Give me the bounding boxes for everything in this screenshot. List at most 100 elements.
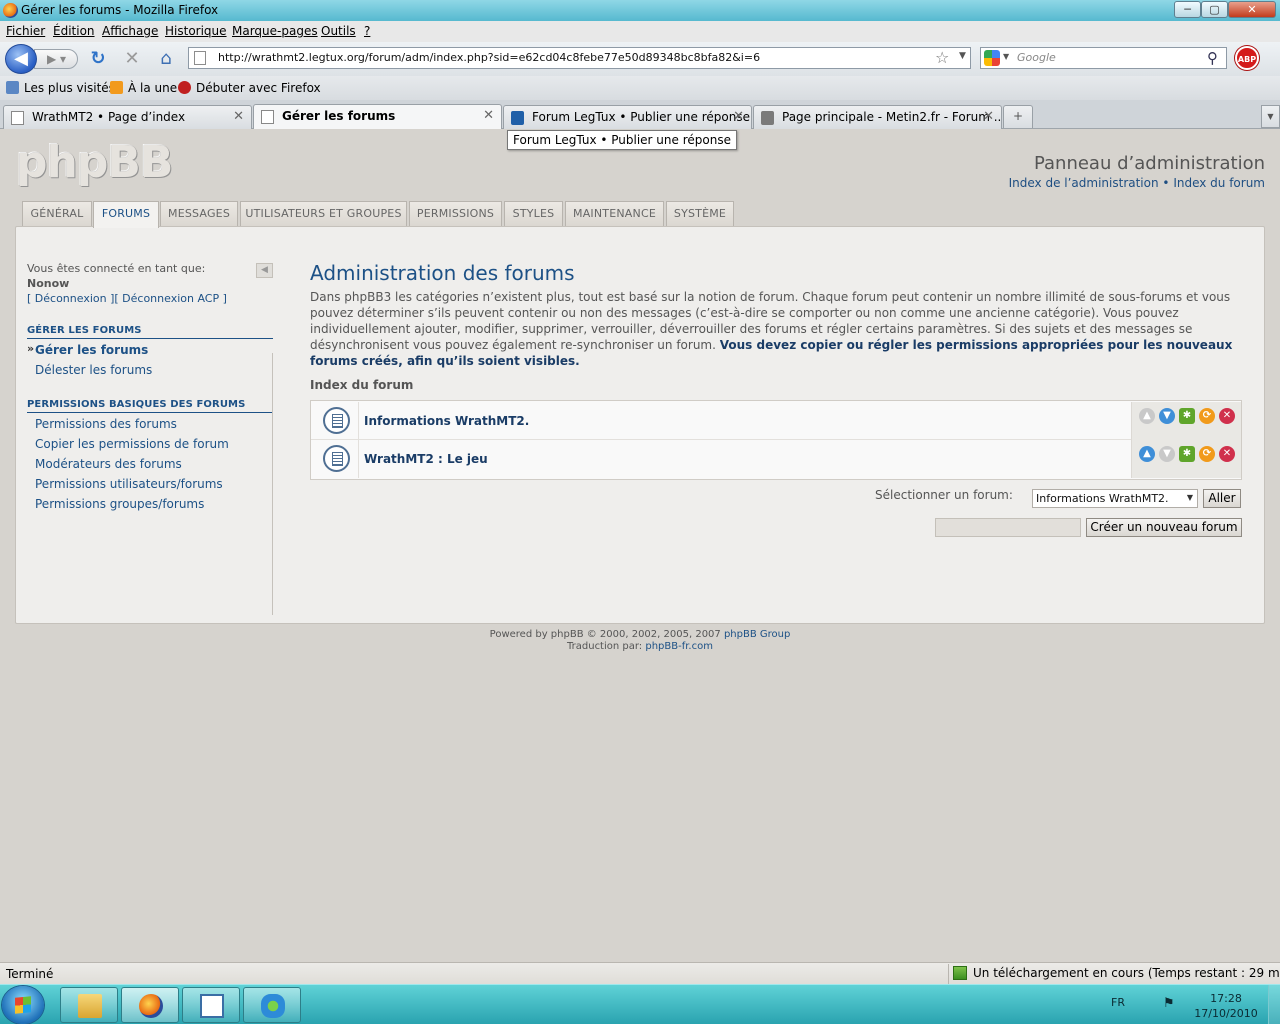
sidebar-item-delester-forums[interactable]: Délester les forums (35, 363, 152, 377)
collapse-sidebar-icon[interactable]: ◀ (256, 263, 273, 278)
forum-folder-icon (323, 407, 350, 434)
tab-list-button[interactable]: ▼ (1261, 105, 1280, 128)
phpbb-group-link[interactable]: phpBB Group (724, 629, 790, 640)
page-description: Dans phpBB3 les catégories n’existent pl… (310, 289, 1245, 369)
show-desktop-button[interactable] (1268, 985, 1280, 1024)
logout-links[interactable]: [ Déconnexion ][ Déconnexion ACP ] (27, 291, 227, 306)
sidebar-item-copy-permissions[interactable]: Copier les permissions de forum (35, 437, 229, 451)
menu-outils[interactable]: Outils (321, 24, 356, 38)
tab-gerer-les-forums[interactable]: Gérer les forums ✕ (253, 104, 502, 129)
sidebar-divider (272, 353, 273, 615)
menu-fichier[interactable]: Fichier (6, 24, 45, 38)
language-indicator[interactable]: FR (1111, 996, 1125, 1009)
sidebar-item-moderators[interactable]: Modérateurs des forums (35, 457, 182, 471)
start-button[interactable] (2, 986, 44, 1024)
search-icon[interactable]: ⚲ (1207, 49, 1218, 67)
firefox-icon (3, 3, 18, 18)
tab-close-icon[interactable]: ✕ (983, 109, 994, 124)
tab-forums[interactable]: FORUMS (93, 201, 159, 228)
acp-header-links: Index de l’administration • Index du for… (1009, 176, 1265, 190)
tab-forum-legtux[interactable]: Forum LegTux • Publier une réponse ✕ (503, 105, 752, 129)
menu-marque-pages[interactable]: Marque-pages (232, 24, 318, 38)
new-forum-name-input[interactable] (935, 518, 1081, 537)
create-forum-button[interactable]: Créer un nouveau forum (1086, 518, 1242, 537)
reload-icon[interactable]: ↻ (87, 48, 109, 70)
delete-icon[interactable]: ✕ (1219, 408, 1235, 424)
sidebar-item-gerer-forums[interactable]: Gérer les forums (27, 342, 148, 357)
tab-label: Page principale - Metin2.fr - Forum ... (782, 110, 1002, 124)
home-icon[interactable]: ⌂ (155, 48, 177, 70)
google-icon[interactable] (984, 50, 1000, 66)
edit-gear-icon[interactable]: ✱ (1179, 408, 1195, 424)
tab-close-icon[interactable]: ✕ (233, 109, 244, 124)
tab-systeme[interactable]: SYSTÈME (666, 201, 734, 226)
minimize-button[interactable]: ─ (1174, 1, 1201, 18)
tab-permissions[interactable]: PERMISSIONS (409, 201, 502, 226)
tab-metin2[interactable]: Page principale - Metin2.fr - Forum ... … (753, 105, 1002, 129)
forum-row: Informations WrathMT2. ▲ ▼ ✱ ⟳ ✕ (311, 402, 1241, 440)
action-center-flag-icon[interactable]: ⚑ (1163, 996, 1175, 1011)
back-button[interactable]: ◀ (5, 44, 37, 74)
forward-button[interactable]: ▶ ▾ (34, 49, 78, 69)
taskbar-firefox[interactable] (121, 987, 179, 1023)
download-status-text: Un téléchargement en cours (Temps restan… (973, 966, 1280, 980)
sidebar-item-user-permissions[interactable]: Permissions utilisateurs/forums (35, 477, 223, 491)
forum-folder-icon (323, 445, 350, 472)
tab-wrathmt2-index[interactable]: WrathMT2 • Page d’index ✕ (3, 105, 252, 129)
stop-icon[interactable]: ✕ (121, 48, 143, 70)
forum-name-link[interactable]: Informations WrathMT2. (364, 414, 529, 428)
bookmark-most-visited[interactable]: Les plus visités (6, 81, 115, 95)
menu-historique[interactable]: Historique (165, 24, 227, 38)
taskbar-messenger[interactable] (243, 987, 301, 1023)
status-text: Terminé (6, 967, 54, 981)
phpbb-logo[interactable]: phpBB (16, 137, 173, 188)
tab-messages[interactable]: MESSAGES (160, 201, 238, 226)
acp-index-link[interactable]: Index de l’administration (1009, 176, 1159, 190)
tab-label: WrathMT2 • Page d’index (32, 110, 186, 124)
menu-edition[interactable]: Édition (53, 24, 95, 38)
clock-date: 17/10/2010 (1194, 1007, 1258, 1020)
move-up-icon[interactable]: ▲ (1139, 446, 1155, 462)
tab-close-icon[interactable]: ✕ (483, 108, 494, 123)
adblock-icon[interactable]: ABP (1235, 46, 1259, 70)
phpbb-fr-link[interactable]: phpBB-fr.com (645, 641, 713, 652)
menu-help[interactable]: ? (364, 24, 370, 38)
bookmark-headlines[interactable]: À la une (110, 81, 177, 95)
bookmark-getting-started[interactable]: Débuter avec Firefox (178, 81, 321, 95)
delete-icon[interactable]: ✕ (1219, 446, 1235, 462)
url-history-dropdown-icon[interactable]: ▼ (959, 51, 966, 61)
tab-users-groups[interactable]: UTILISATEURS ET GROUPES (240, 201, 407, 226)
url-text[interactable]: http://wrathmt2.legtux.org/forum/adm/ind… (218, 51, 760, 64)
maximize-button[interactable]: ▢ (1201, 1, 1228, 18)
sidebar-item-forum-permissions[interactable]: Permissions des forums (35, 417, 177, 431)
resync-icon[interactable]: ⟳ (1199, 408, 1215, 424)
move-down-icon[interactable]: ▼ (1159, 408, 1175, 424)
folder-icon (78, 994, 102, 1018)
tab-styles[interactable]: STYLES (504, 201, 563, 226)
forum-select[interactable]: Informations WrathMT2. ▼ (1032, 489, 1198, 508)
taskbar-window[interactable] (182, 987, 240, 1023)
resync-icon[interactable]: ⟳ (1199, 446, 1215, 462)
sidebar-item-group-permissions[interactable]: Permissions groupes/forums (35, 497, 204, 511)
url-bar[interactable]: http://wrathmt2.legtux.org/forum/adm/ind… (188, 47, 971, 69)
forum-index-link[interactable]: Index du forum (1173, 176, 1265, 190)
tab-maintenance[interactable]: MAINTENANCE (565, 201, 664, 226)
tab-close-icon[interactable]: ✕ (733, 109, 744, 124)
search-input[interactable]: Google (1017, 51, 1056, 64)
menu-affichage[interactable]: Affichage (102, 24, 158, 38)
forum-name-link[interactable]: WrathMT2 : Le jeu (364, 452, 488, 466)
search-engine-dropdown-icon[interactable]: ▼ (1003, 52, 1009, 61)
bookmark-star-icon[interactable]: ☆ (935, 48, 949, 67)
taskbar-clock[interactable]: 17:28 17/10/2010 (1193, 991, 1259, 1021)
new-tab-button[interactable]: + (1003, 105, 1033, 128)
footer-powered-by: Powered by phpBB © 2000, 2002, 2005, 200… (0, 629, 1280, 641)
tab-general[interactable]: GÉNÉRAL (22, 201, 92, 226)
username: Nonow (27, 277, 70, 290)
search-bar[interactable]: ▼ Google ⚲ (980, 47, 1227, 69)
taskbar-explorer[interactable] (60, 987, 118, 1023)
close-window-button[interactable]: ✕ (1228, 1, 1276, 18)
download-status[interactable]: Un téléchargement en cours (Temps restan… (948, 964, 1280, 984)
go-button[interactable]: Aller (1203, 489, 1241, 508)
edit-gear-icon[interactable]: ✱ (1179, 446, 1195, 462)
page-title: Administration des forums (310, 261, 575, 285)
